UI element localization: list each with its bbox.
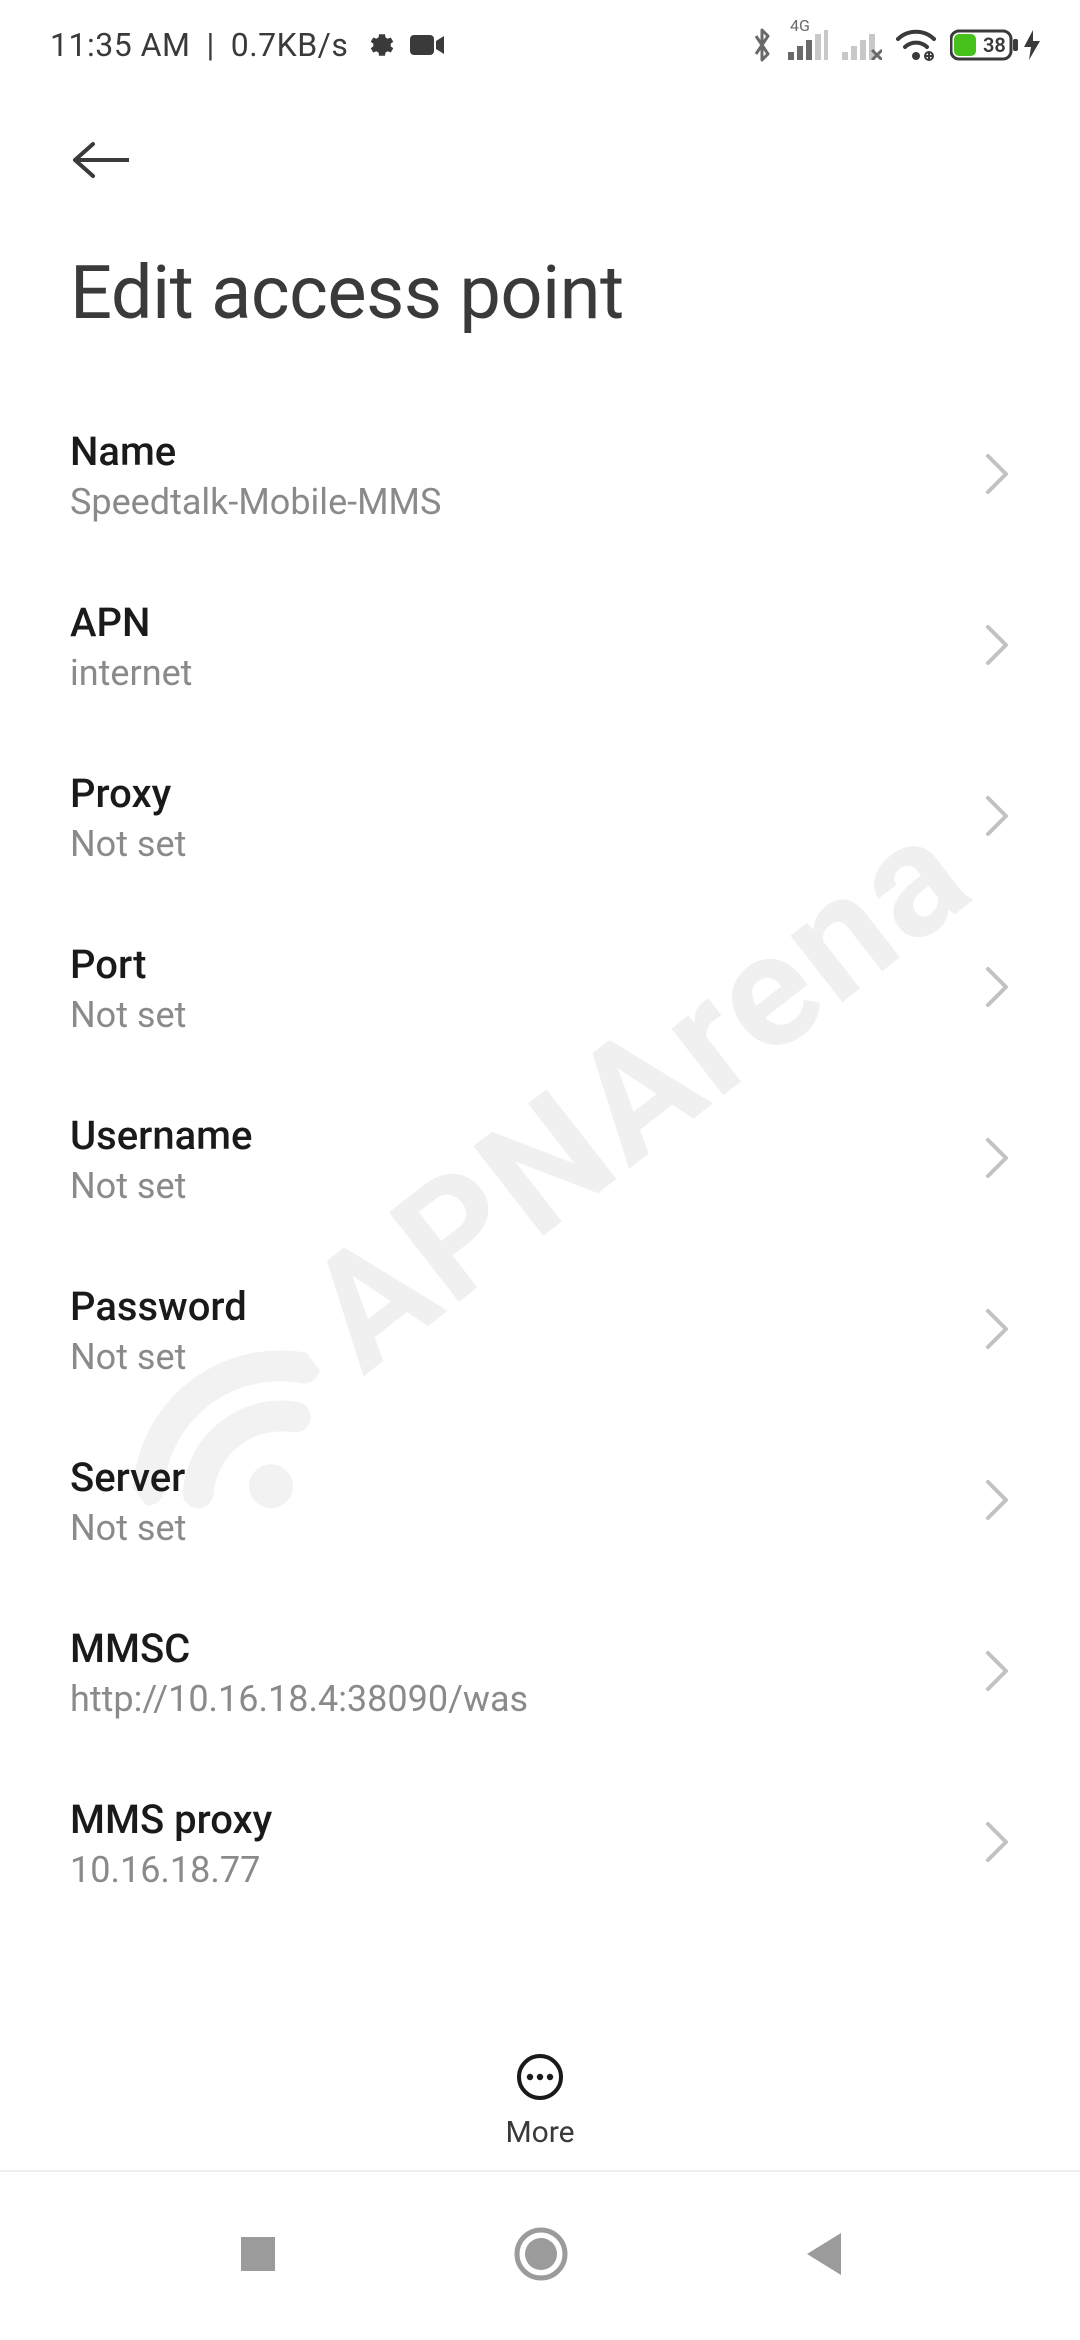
setting-value: 10.16.18.77 <box>70 1849 272 1891</box>
signal-4g-icon: 4G <box>788 30 828 60</box>
status-left: 11:35 AM | 0.7KB/s <box>50 26 444 64</box>
status-sep: | <box>206 26 214 64</box>
battery-icon: 38 <box>950 28 1040 62</box>
chevron-right-icon <box>984 794 1010 842</box>
circle-icon <box>513 2226 569 2282</box>
setting-value: internet <box>70 652 192 694</box>
chevron-right-icon <box>984 1649 1010 1697</box>
setting-value: Not set <box>70 823 186 865</box>
setting-title: Proxy <box>70 770 186 817</box>
back-button[interactable] <box>70 130 130 190</box>
nav-bar <box>0 2170 1080 2340</box>
setting-title: APN <box>70 599 192 646</box>
signal-label: 4G <box>790 16 810 35</box>
triangle-left-icon <box>803 2231 843 2277</box>
setting-title: Port <box>70 941 186 988</box>
nav-back-button[interactable] <box>803 2231 843 2281</box>
status-time: 11:35 AM <box>50 26 190 64</box>
status-bar: 11:35 AM | 0.7KB/s 4G <box>0 0 1080 90</box>
chevron-right-icon <box>984 1307 1010 1355</box>
gear-icon <box>364 30 394 60</box>
setting-text: Port Not set <box>70 941 186 1036</box>
setting-text: MMS proxy 10.16.18.77 <box>70 1796 272 1891</box>
charging-icon <box>1024 30 1040 60</box>
settings-list: Name Speedtalk-Mobile-MMS APN internet Proxy… <box>0 390 1080 2060</box>
video-icon <box>410 33 444 57</box>
setting-row-password[interactable]: Password Not set <box>70 1245 1010 1416</box>
setting-row-port[interactable]: Port Not set <box>70 903 1010 1074</box>
setting-title: Password <box>70 1283 247 1330</box>
setting-row-username[interactable]: Username Not set <box>70 1074 1010 1245</box>
setting-text: Username Not set <box>70 1112 252 1207</box>
setting-text: Name Speedtalk-Mobile-MMS <box>70 428 441 523</box>
setting-value: Not set <box>70 1336 247 1378</box>
status-right: 4G <box>750 27 1040 63</box>
chevron-right-icon <box>984 1478 1010 1526</box>
setting-row-apn[interactable]: APN internet <box>70 561 1010 732</box>
setting-row-mms-proxy[interactable]: MMS proxy 10.16.18.77 <box>70 1758 1010 1929</box>
setting-row-name[interactable]: Name Speedtalk-Mobile-MMS <box>70 390 1010 561</box>
nav-recents-button[interactable] <box>237 2233 279 2279</box>
more-icon <box>516 2053 564 2101</box>
more-label: More <box>505 2115 574 2150</box>
setting-text: APN internet <box>70 599 192 694</box>
setting-title: MMS proxy <box>70 1796 272 1843</box>
status-net-speed: 0.7KB/s <box>231 26 349 64</box>
setting-title: Name <box>70 428 441 475</box>
setting-title: Server <box>70 1454 186 1501</box>
wifi-icon <box>896 29 936 61</box>
arrow-left-icon <box>71 140 129 180</box>
setting-text: Proxy Not set <box>70 770 186 865</box>
setting-value: Speedtalk-Mobile-MMS <box>70 481 441 523</box>
chevron-right-icon <box>984 452 1010 500</box>
setting-value: Not set <box>70 1507 186 1549</box>
setting-text: Server Not set <box>70 1454 186 1549</box>
nav-home-button[interactable] <box>513 2226 569 2286</box>
chevron-right-icon <box>984 1820 1010 1868</box>
setting-text: Password Not set <box>70 1283 247 1378</box>
setting-row-mmsc[interactable]: MMSC http://10.16.18.4:38090/was <box>70 1587 1010 1758</box>
signal-nosim-icon <box>842 30 882 60</box>
battery-pct: 38 <box>983 33 1006 57</box>
chevron-right-icon <box>984 623 1010 671</box>
chevron-right-icon <box>984 1136 1010 1184</box>
setting-row-proxy[interactable]: Proxy Not set <box>70 732 1010 903</box>
setting-text: MMSC http://10.16.18.4:38090/was <box>70 1625 528 1720</box>
setting-title: Username <box>70 1112 252 1159</box>
setting-title: MMSC <box>70 1625 528 1672</box>
page-title: Edit access point <box>70 250 1010 337</box>
square-icon <box>237 2233 279 2275</box>
setting-value: Not set <box>70 994 186 1036</box>
setting-value: Not set <box>70 1165 252 1207</box>
setting-row-server[interactable]: Server Not set <box>70 1416 1010 1587</box>
app-bar: Edit access point <box>0 100 1080 337</box>
more-button[interactable]: More <box>0 2053 1080 2150</box>
bluetooth-icon <box>750 27 774 63</box>
chevron-right-icon <box>984 965 1010 1013</box>
setting-value: http://10.16.18.4:38090/was <box>70 1678 528 1720</box>
